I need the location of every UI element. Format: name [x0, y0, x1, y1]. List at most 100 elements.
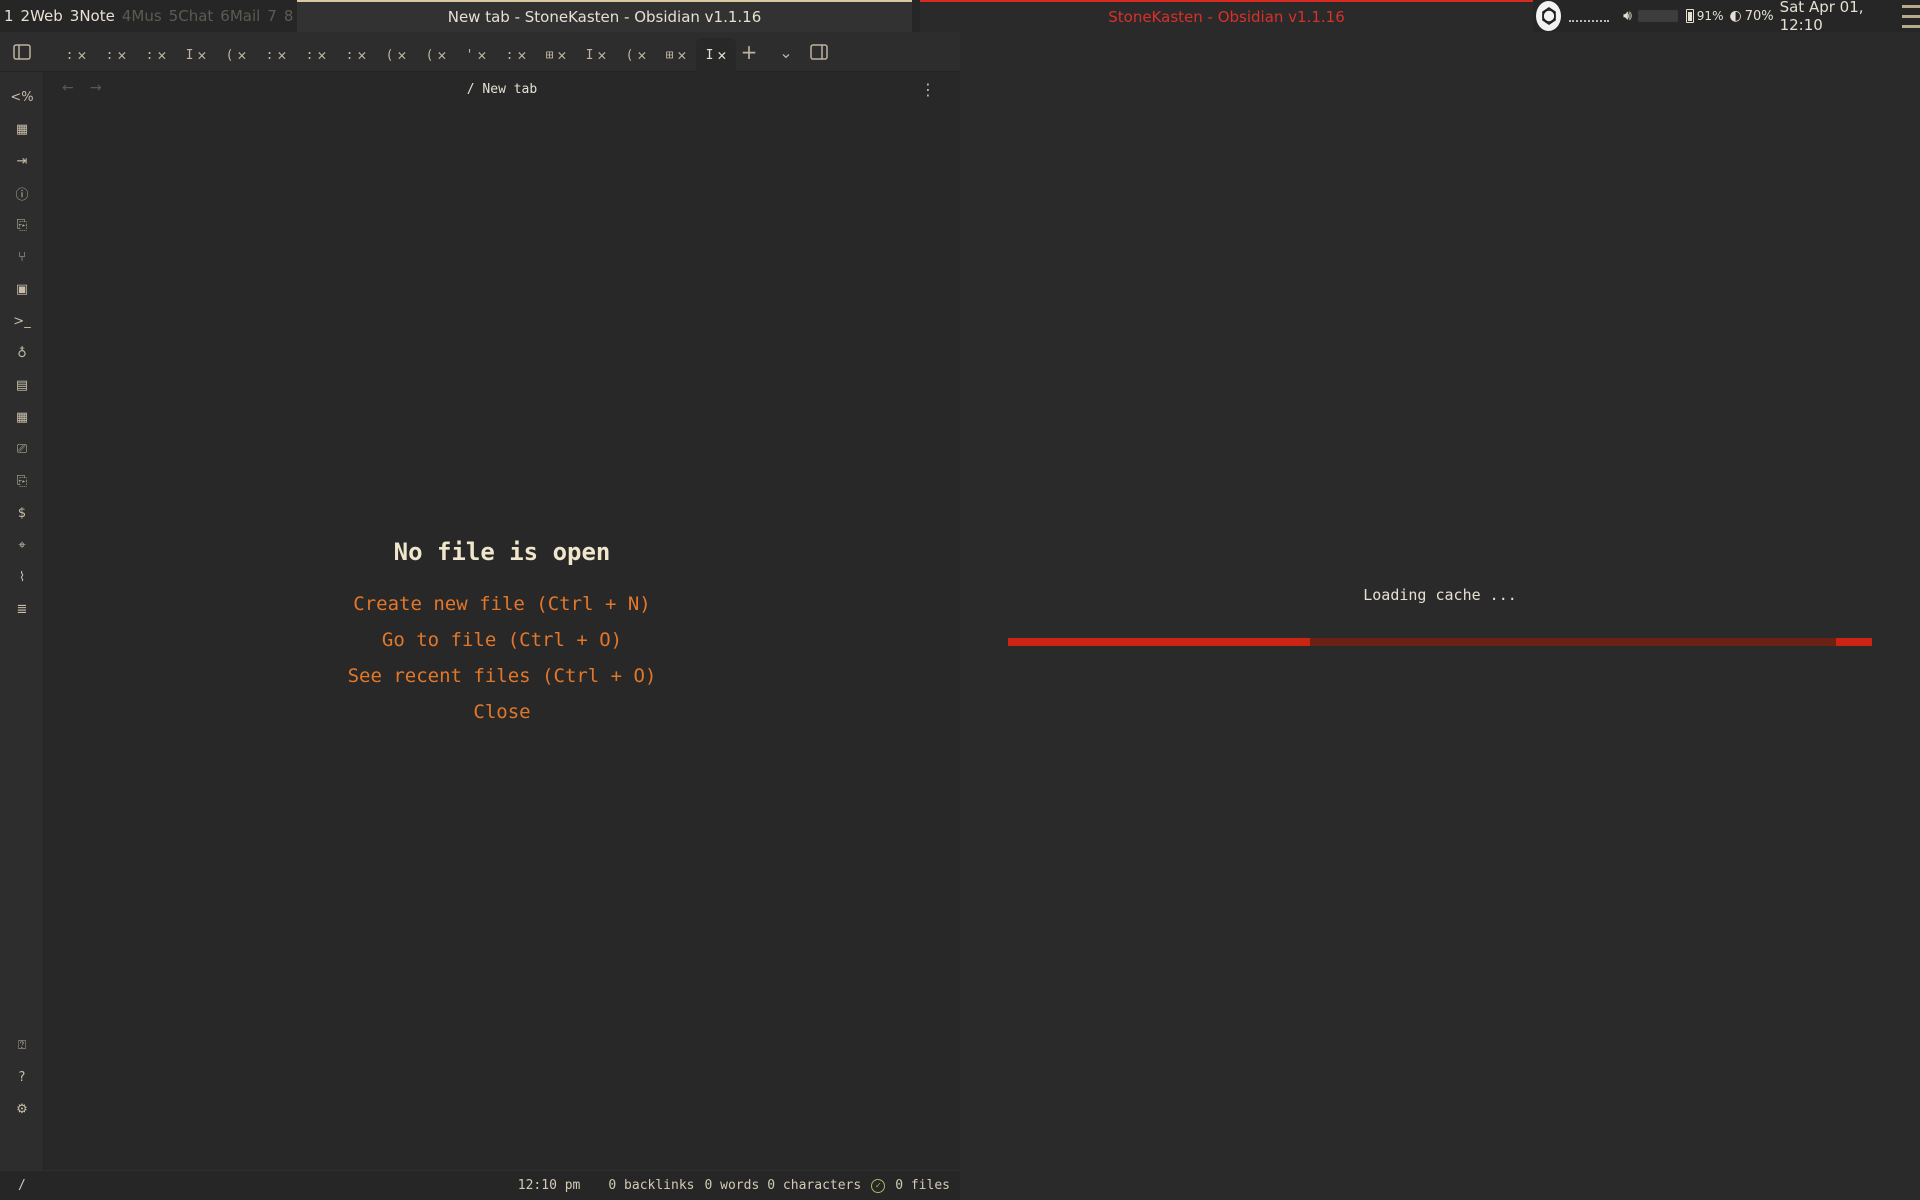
tab-icon: ⊞ [545, 47, 554, 63]
tab-close-icon[interactable]: ✕ [117, 46, 126, 64]
grid-icon[interactable]: ▣ [11, 278, 33, 300]
chatgpt-icon[interactable] [1536, 1, 1562, 31]
dollar-icon[interactable]: $ [11, 502, 33, 524]
tab[interactable]: : ✕ [296, 38, 336, 72]
sync-check-icon[interactable]: ✓ [871, 1178, 886, 1193]
file-icon[interactable]: ⎘ [11, 470, 33, 492]
tab[interactable]: : ✕ [496, 38, 536, 72]
tab-close-icon[interactable]: ✕ [717, 46, 726, 64]
tab[interactable]: (✕ [376, 38, 416, 72]
tab-icon: : [505, 47, 514, 63]
tab[interactable]: I ✕ [176, 38, 216, 72]
breadcrumb-separator: / [466, 82, 475, 97]
workspace-6[interactable]: 6Mail [220, 7, 260, 25]
tab[interactable]: (✕ [616, 38, 656, 72]
empty-action-0[interactable]: Create new file (Ctrl + N) [353, 586, 650, 622]
system-tray: 🔊︎ 91% ◐ 70% Sat Apr 01, 12:10 [1533, 0, 1920, 34]
tab-close-icon[interactable]: ✕ [197, 46, 206, 64]
tab-icon: ( [225, 47, 234, 63]
status-words: 0 words [704, 1178, 760, 1193]
tab[interactable]: ⊞ ✕ [656, 38, 696, 72]
tab-icon: ( [625, 47, 634, 63]
tab-close-icon[interactable]: ✕ [237, 46, 246, 64]
login-icon[interactable]: ⇥ [11, 150, 33, 172]
tab-icon: : [345, 47, 354, 63]
workspace-2[interactable]: 2Web [21, 7, 63, 25]
tab-close-icon[interactable]: ✕ [157, 46, 166, 64]
layout-indicator-icon[interactable] [1901, 1, 1920, 31]
tab-close-icon[interactable]: ✕ [477, 46, 486, 64]
tab[interactable]: (✕ [416, 38, 456, 72]
empty-action-3[interactable]: Close [473, 694, 530, 730]
more-options-icon[interactable]: ⋮ [920, 80, 936, 99]
microphone-icon[interactable]: ♁ [11, 342, 33, 364]
status-path[interactable]: / [18, 1178, 26, 1193]
new-tab-icon[interactable]: + [738, 40, 760, 64]
paperclip-icon[interactable]: ⌇ [11, 566, 33, 588]
tab-close-icon[interactable]: ✕ [397, 46, 406, 64]
tab-close-icon[interactable]: ✕ [437, 46, 446, 64]
tab[interactable]: : ✕ [56, 38, 96, 72]
list-icon[interactable]: ≣ [11, 598, 33, 620]
tab[interactable]: I ✕ [576, 38, 616, 72]
tab-icon: I [705, 47, 714, 63]
status-files: 0 files [895, 1178, 950, 1193]
loading-text: Loading cache ... [1363, 586, 1517, 604]
empty-action-row: Create new file (Ctrl + N) [44, 586, 960, 622]
settings-icon[interactable]: ⚙ [11, 1098, 33, 1120]
tv-icon[interactable]: ⎚ [11, 438, 33, 460]
status-backlinks[interactable]: 0 backlinks [608, 1178, 694, 1193]
info-icon[interactable]: ⓘ [11, 182, 33, 204]
workspace-1[interactable]: 1 [4, 7, 14, 25]
workspace-7[interactable]: 7 [267, 7, 277, 25]
tab[interactable]: (✕ [216, 38, 256, 72]
window-title-active[interactable]: New tab - StoneKasten - Obsidian v1.1.16 [297, 0, 912, 32]
empty-state-title: No file is open [393, 538, 611, 566]
tab-close-icon[interactable]: ✕ [517, 46, 526, 64]
empty-action-1[interactable]: Go to file (Ctrl + O) [382, 622, 622, 658]
window-title-inactive[interactable]: StoneKasten - Obsidian v1.1.16 [920, 0, 1533, 32]
layout-icon[interactable]: ▤ [11, 374, 33, 396]
graph-icon[interactable]: ⑂ [11, 246, 33, 268]
breadcrumb-title[interactable]: New tab [482, 82, 537, 97]
templater-icon[interactable]: <% [10, 86, 33, 108]
workspace-4[interactable]: 4Mus [122, 7, 162, 25]
empty-state-actions: Create new file (Ctrl + N) Go to file (Ct… [44, 586, 960, 730]
tab-close-icon[interactable]: ✕ [277, 46, 286, 64]
tab-icon: : [105, 47, 114, 63]
vault-icon[interactable]: ⍰ [11, 1034, 33, 1056]
calendar-icon[interactable]: ▦ [11, 406, 33, 428]
tab-close-icon[interactable]: ✕ [677, 46, 686, 64]
clock: Sat Apr 01, 12:10 [1779, 0, 1864, 34]
status-characters: 0 characters [767, 1178, 862, 1193]
tab-list-dropdown-icon[interactable]: ⌄ [775, 41, 797, 63]
volume-bar[interactable] [1637, 10, 1678, 22]
workspace-3[interactable]: 3Note [70, 7, 115, 25]
ribbon: <% ▦ ⇥ ⓘ ⎘ ⑂ ▣ >_ ♁ ▤ ▦ ⎚ ⎘ $ ⌖ ⌇ ≣ ⍰? ⚙ [0, 72, 44, 1170]
file-copy-icon[interactable]: ⎘ [11, 214, 33, 236]
tab[interactable]: : ✕ [96, 38, 136, 72]
tab-close-icon[interactable]: ✕ [357, 46, 366, 64]
tab[interactable]: : ✕ [336, 38, 376, 72]
map-icon[interactable]: ⌖ [11, 534, 33, 556]
tab[interactable]: ' ✕ [456, 38, 496, 72]
tab[interactable]: : ✕ [136, 38, 176, 72]
tab-close-icon[interactable]: ✕ [317, 46, 326, 64]
right-sidebar-toggle-icon[interactable] [808, 41, 830, 63]
tab-close-icon[interactable]: ✕ [77, 46, 86, 64]
sidebar-toggle-icon[interactable] [11, 41, 33, 63]
tab-close-icon[interactable]: ✕ [597, 46, 606, 64]
workspace-5[interactable]: 5Chat [169, 7, 214, 25]
tab-close-icon[interactable]: ✕ [637, 46, 646, 64]
tab[interactable]: ⊞ ✕ [536, 38, 576, 72]
tab[interactable]: I ✕ [696, 38, 736, 72]
workspace-8[interactable]: 8 [284, 7, 294, 25]
terminal-icon[interactable]: >_ [11, 310, 33, 332]
help-icon[interactable]: ? [11, 1066, 33, 1088]
empty-action-2[interactable]: See recent files (Ctrl + O) [348, 658, 657, 694]
tab-icon: ' [465, 47, 474, 63]
tab[interactable]: : ✕ [256, 38, 296, 72]
table-icon[interactable]: ▦ [11, 118, 33, 140]
volume-icon[interactable]: 🔊︎ [1623, 8, 1632, 24]
tab-close-icon[interactable]: ✕ [557, 46, 566, 64]
